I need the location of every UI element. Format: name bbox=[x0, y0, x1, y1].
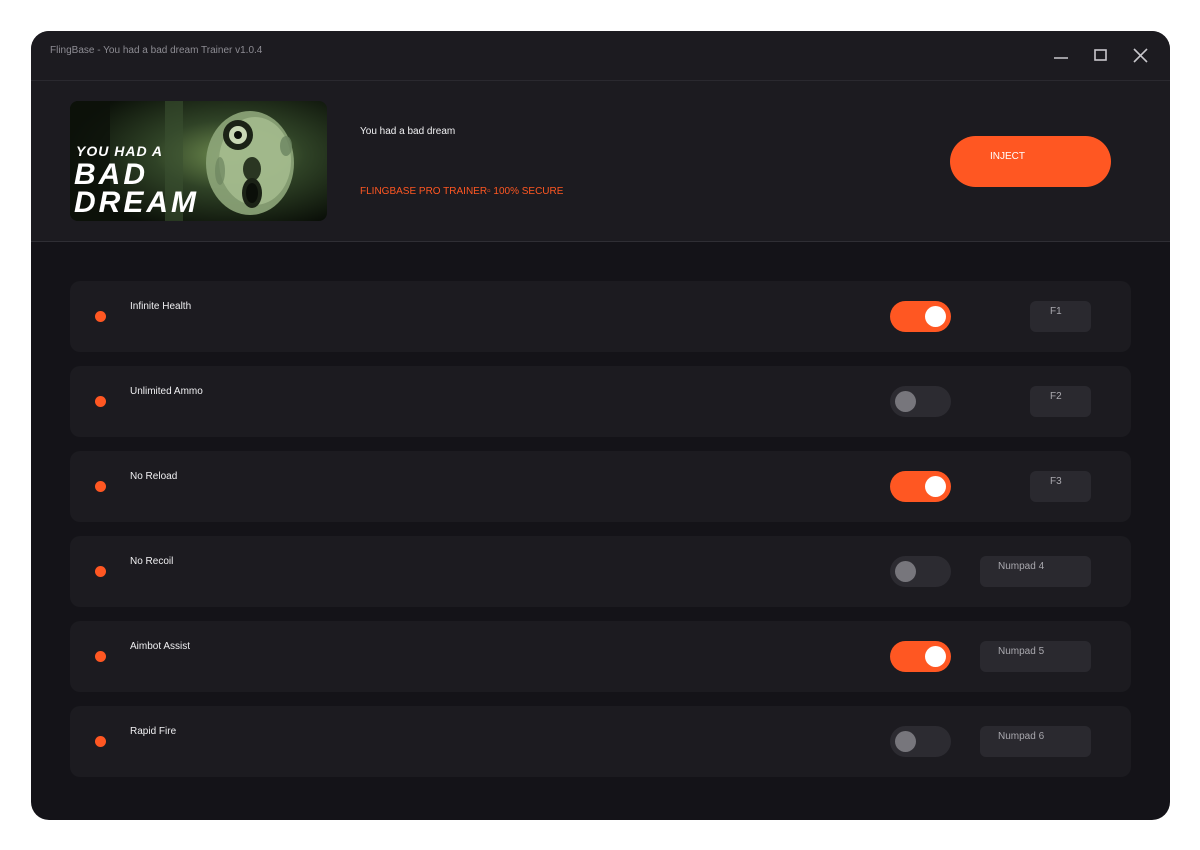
cheat-label: Rapid Fire bbox=[130, 726, 177, 737]
toggle-knob bbox=[895, 391, 916, 412]
hotkey-button[interactable]: Numpad 4 bbox=[980, 556, 1091, 587]
cheat-toggle[interactable] bbox=[890, 726, 951, 757]
game-name: You had a bad dream bbox=[360, 126, 456, 137]
toggle-knob bbox=[925, 646, 946, 667]
inject-button-label: INJECT bbox=[990, 151, 1025, 162]
hotkey-button[interactable]: F3 bbox=[1030, 471, 1091, 502]
cheat-label: Aimbot Assist bbox=[130, 641, 191, 652]
game-banner-image: YOU HAD A BAD DREAM bbox=[70, 101, 327, 221]
banner-title-line3: DREAM bbox=[74, 186, 199, 219]
cheat-label: Infinite Health bbox=[130, 301, 192, 312]
hotkey-label: F3 bbox=[1050, 476, 1062, 487]
banner-title-line1: YOU HAD A bbox=[76, 143, 164, 159]
toggle-knob bbox=[925, 476, 946, 497]
toggle-knob bbox=[895, 731, 916, 752]
inject-button[interactable]: INJECT bbox=[950, 136, 1111, 187]
cheat-row-no-reload: No Reload F3 bbox=[70, 451, 1131, 522]
hotkey-label: Numpad 6 bbox=[998, 731, 1045, 742]
hotkey-button[interactable]: F2 bbox=[1030, 386, 1091, 417]
cheat-toggle[interactable] bbox=[890, 471, 951, 502]
cheat-label: No Recoil bbox=[130, 556, 174, 567]
status-dot bbox=[95, 481, 106, 492]
hotkey-button[interactable]: F1 bbox=[1030, 301, 1091, 332]
cheat-row-no-recoil: No Recoil Numpad 4 bbox=[70, 536, 1131, 607]
hotkey-label: Numpad 4 bbox=[998, 561, 1045, 572]
status-dot bbox=[95, 396, 106, 407]
cheat-toggle[interactable] bbox=[890, 386, 951, 417]
hotkey-label: F2 bbox=[1050, 391, 1062, 402]
hotkey-button[interactable]: Numpad 5 bbox=[980, 641, 1091, 672]
minimize-icon bbox=[1054, 57, 1068, 59]
cheat-toggle[interactable] bbox=[890, 641, 951, 672]
close-button[interactable] bbox=[1130, 45, 1152, 67]
hotkey-label: F1 bbox=[1050, 306, 1062, 317]
toggle-knob bbox=[925, 306, 946, 327]
cheat-toggle[interactable] bbox=[890, 556, 951, 587]
cheat-label: Unlimited Ammo bbox=[130, 386, 203, 397]
title-bar: FlingBase - You had a bad dream Trainer … bbox=[31, 31, 1170, 81]
minimize-button[interactable] bbox=[1050, 45, 1072, 67]
maximize-button[interactable] bbox=[1090, 45, 1112, 67]
cheat-toggle[interactable] bbox=[890, 301, 951, 332]
cheat-row-unlimited-ammo: Unlimited Ammo F2 bbox=[70, 366, 1131, 437]
game-header: YOU HAD A BAD DREAM You had a bad dream … bbox=[31, 81, 1170, 242]
maximize-icon bbox=[1094, 49, 1107, 61]
hotkey-button[interactable]: Numpad 6 bbox=[980, 726, 1091, 757]
trainer-tagline: FLINGBASE PRO TRAINER▫ 100% SECURE bbox=[360, 186, 564, 197]
close-icon bbox=[1133, 48, 1148, 63]
status-dot bbox=[95, 566, 106, 577]
toggle-knob bbox=[895, 561, 916, 582]
hotkey-label: Numpad 5 bbox=[998, 646, 1045, 657]
cheat-row-infinite-health: Infinite Health F1 bbox=[70, 281, 1131, 352]
trainer-window: FlingBase - You had a bad dream Trainer … bbox=[31, 31, 1170, 820]
cheat-row-rapid-fire: Rapid Fire Numpad 6 bbox=[70, 706, 1131, 777]
cheat-row-aimbot-assist: Aimbot Assist Numpad 5 bbox=[70, 621, 1131, 692]
window-title: FlingBase - You had a bad dream Trainer … bbox=[50, 45, 263, 56]
status-dot bbox=[95, 736, 106, 747]
status-dot bbox=[95, 311, 106, 322]
status-dot bbox=[95, 651, 106, 662]
cheat-label: No Reload bbox=[130, 471, 178, 482]
